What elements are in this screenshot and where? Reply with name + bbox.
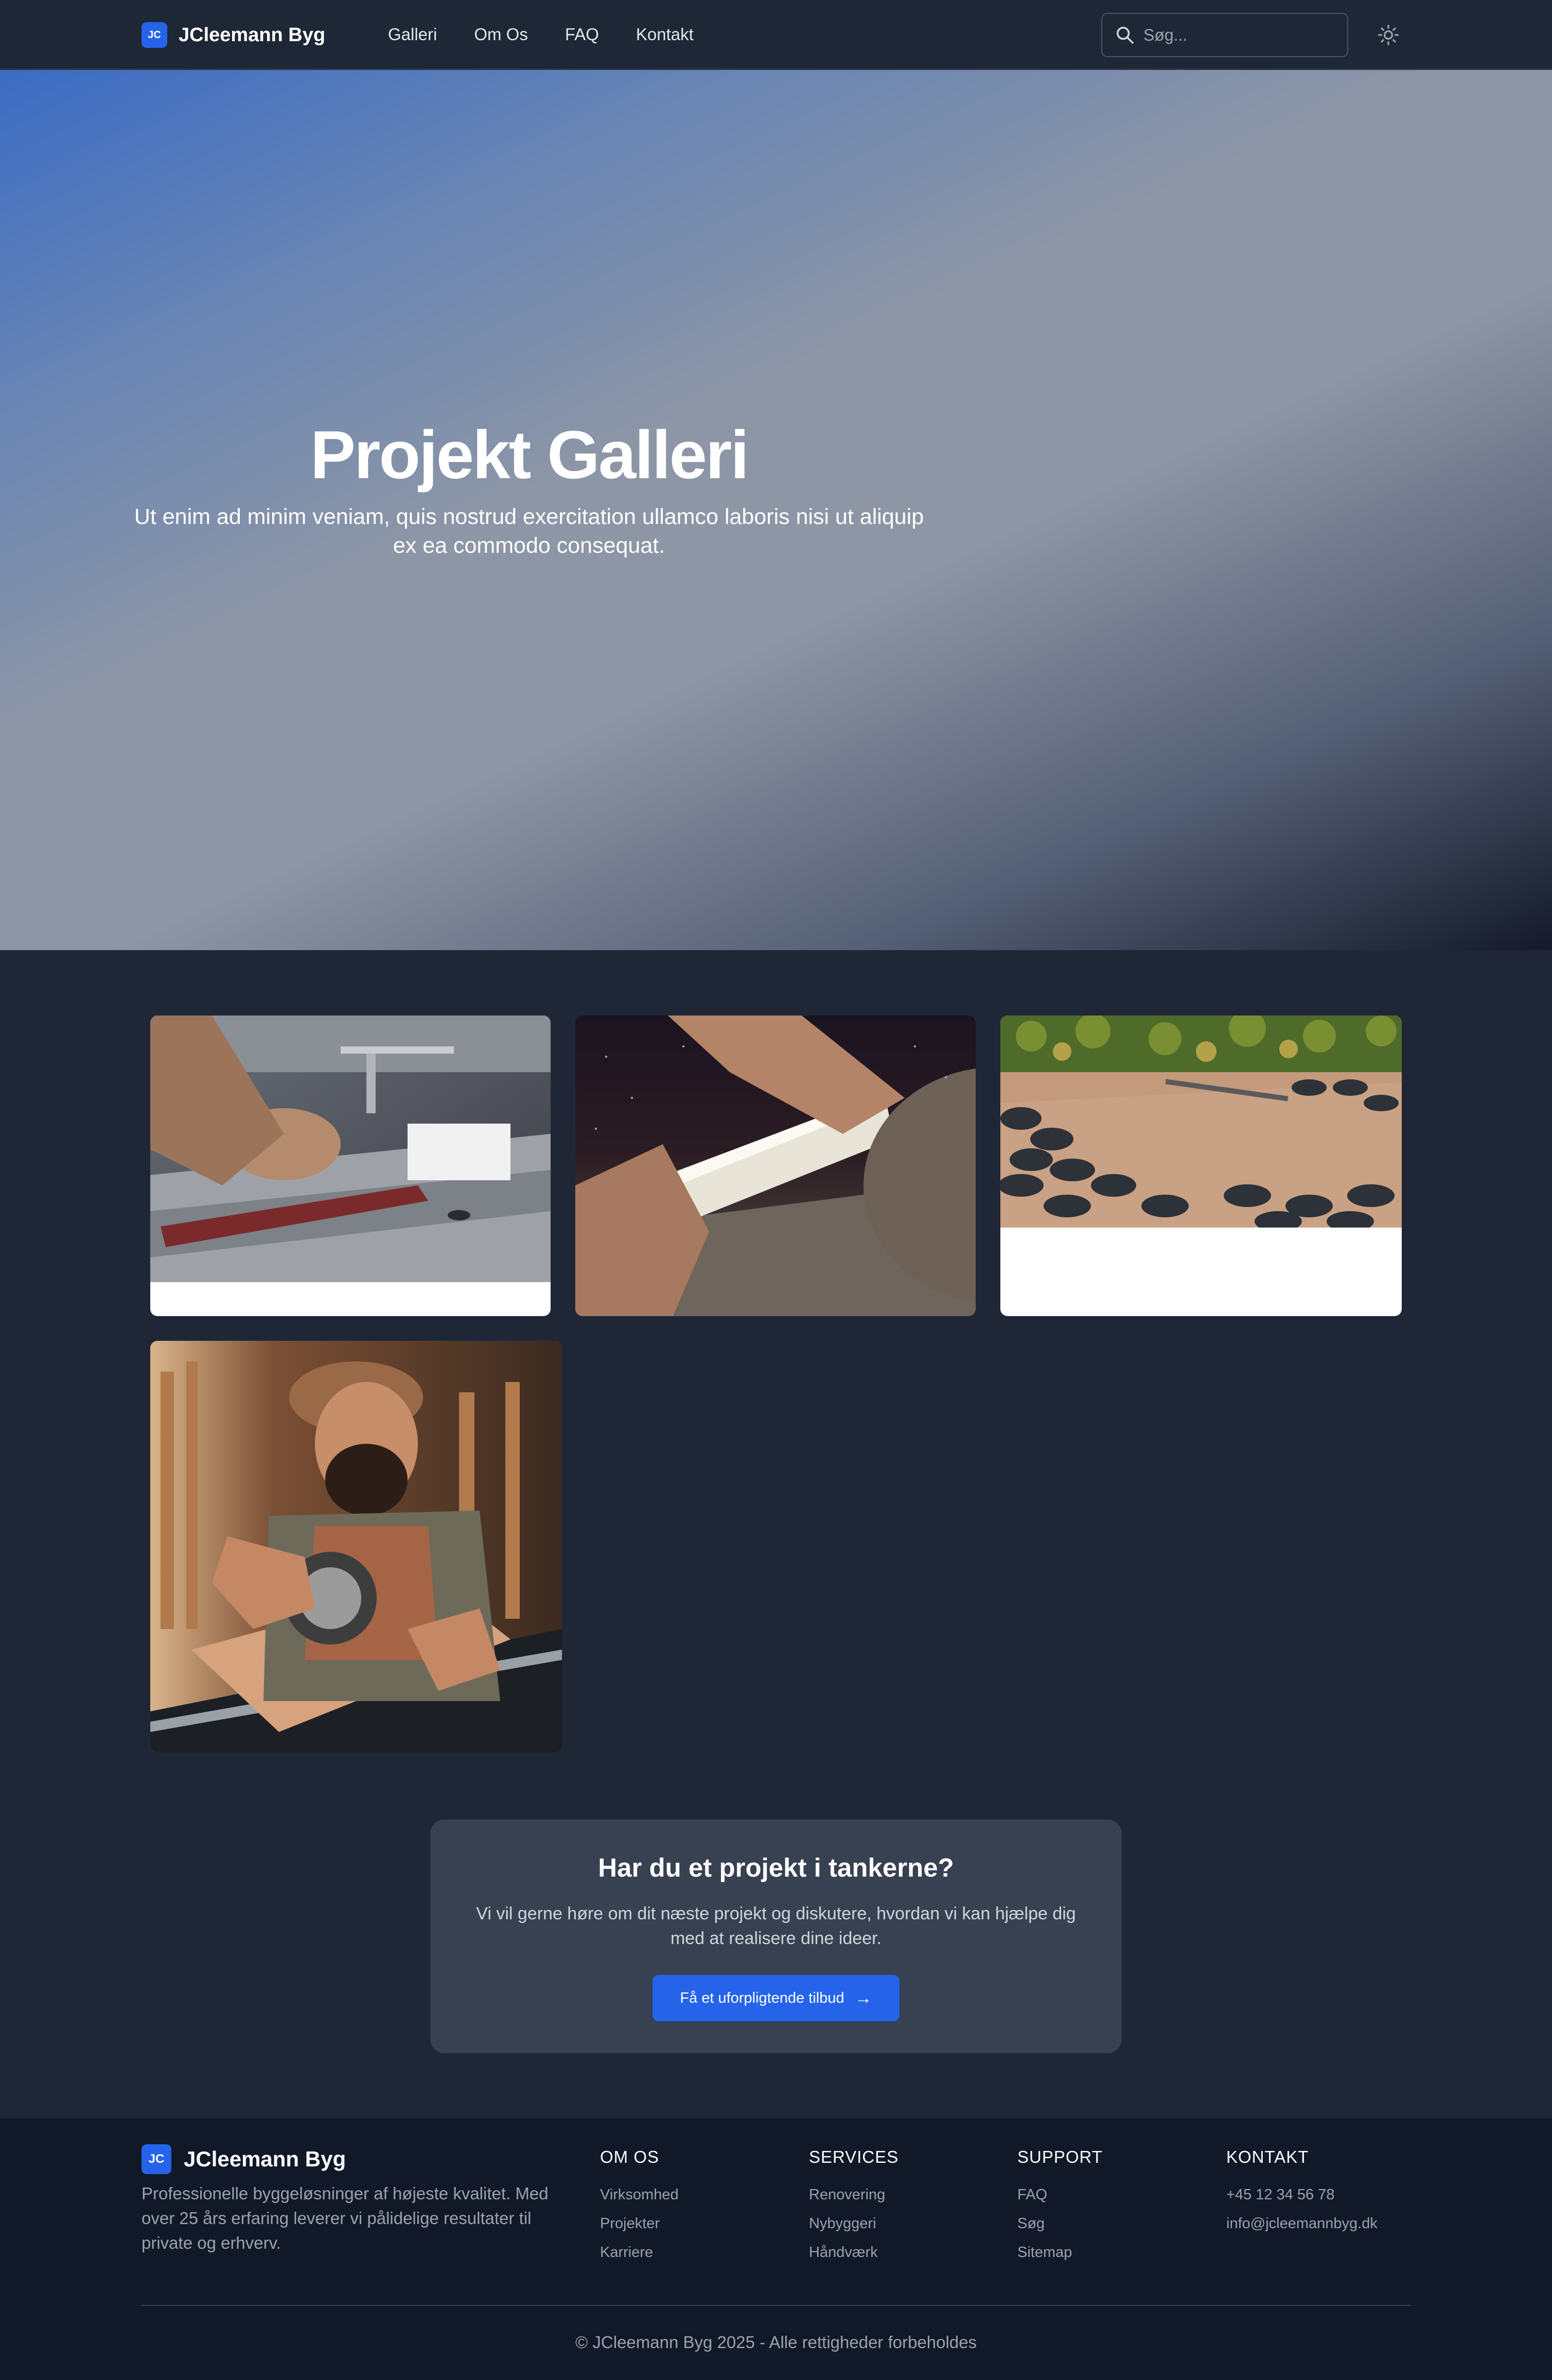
carpenter-circular-saw-photo (150, 1341, 562, 1753)
footer-link-nybyggeri[interactable]: Nybyggeri (809, 2209, 898, 2238)
sun-icon[interactable] (1377, 24, 1400, 46)
wood-cutting-saw-photo (575, 1016, 976, 1316)
roof-shingles-photo (1000, 1016, 1402, 1228)
gallery-item-table-saw[interactable] (150, 1016, 551, 1316)
cta-title: Har du et projekt i tankerne? (598, 1853, 954, 1882)
nav-link-om-os[interactable]: Om Os (474, 23, 528, 46)
footer: JC JCleemann Byg Professionelle byggeløs… (0, 2119, 1552, 2380)
footer-link-renovering[interactable]: Renovering (809, 2180, 898, 2209)
footer-link-karriere[interactable]: Karriere (600, 2238, 679, 2267)
footer-email[interactable]: info@jcleemannbyg.dk (1226, 2209, 1378, 2238)
footer-brand[interactable]: JC JCleemann Byg (142, 2144, 346, 2174)
footer-brand-name: JCleemann Byg (184, 2147, 346, 2171)
search-input[interactable] (1143, 25, 1329, 45)
nav-link-galleri[interactable]: Galleri (388, 23, 437, 46)
footer-column-om-os: OM OS Virksomhed Projekter Karriere (600, 2147, 679, 2267)
copyright: © JCleemann Byg 2025 - Alle rettigheder … (575, 2333, 977, 2352)
navbar: JC JCleemann Byg Galleri Om Os FAQ Konta… (0, 0, 1552, 70)
footer-link-faq[interactable]: FAQ (1017, 2180, 1103, 2209)
gallery-item-roof-shingles[interactable] (1000, 1016, 1402, 1316)
footer-column-title: SERVICES (809, 2147, 899, 2166)
cta-panel: Har du et projekt i tankerne? Vi vil ger… (430, 1819, 1122, 2053)
brand-name: JCleemann Byg (179, 24, 326, 46)
arrow-right-icon: → (854, 1988, 872, 2008)
search-box[interactable] (1101, 13, 1348, 57)
gallery-item-wood-cutting[interactable] (575, 1016, 976, 1316)
nav-link-kontakt[interactable]: Kontakt (636, 23, 694, 46)
brand-badge: JC (142, 22, 167, 48)
footer-link-virksomhed[interactable]: Virksomhed (600, 2180, 679, 2209)
footer-link-sog[interactable]: Søg (1017, 2209, 1103, 2238)
get-quote-label: Få et uforpligtende tilbud (680, 1989, 844, 2006)
footer-column-title: KONTAKT (1226, 2147, 1309, 2166)
footer-link-projekter[interactable]: Projekter (600, 2209, 679, 2238)
footer-link-sitemap[interactable]: Sitemap (1017, 2238, 1103, 2267)
get-quote-button[interactable]: Få et uforpligtende tilbud → (652, 1975, 900, 2021)
brand-logo[interactable]: JC JCleemann Byg (142, 22, 325, 48)
gallery-item-carpenter[interactable] (150, 1341, 562, 1753)
cta-text: Vi vil gerne høre om dit næste projekt o… (476, 1904, 1076, 1948)
footer-link-handvaerk[interactable]: Håndværk (809, 2238, 898, 2267)
page-title: Projekt Galleri (310, 417, 749, 493)
footer-column-services: SERVICES Renovering Nybyggeri Håndværk (809, 2147, 898, 2267)
search-icon (1117, 27, 1134, 44)
hero-banner: Projekt Galleri Ut enim ad minim veniam,… (0, 70, 1552, 950)
nav-link-faq[interactable]: FAQ (565, 23, 599, 46)
footer-column-title: OM OS (600, 2147, 660, 2166)
footer-column-title: SUPPORT (1017, 2147, 1103, 2166)
hero-subtitle: Ut enim ad minim veniam, quis nostrud ex… (134, 504, 924, 558)
table-saw-hands-photo (150, 1016, 551, 1282)
footer-column-kontakt: KONTAKT +45 12 34 56 78 info@jcleemannby… (1226, 2147, 1378, 2238)
footer-description: Professionelle byggeløsninger af højeste… (142, 2184, 549, 2252)
footer-column-support: SUPPORT FAQ Søg Sitemap (1017, 2147, 1103, 2267)
footer-phone[interactable]: +45 12 34 56 78 (1226, 2180, 1378, 2209)
main-nav: Galleri Om Os FAQ Kontakt (388, 23, 731, 46)
footer-brand-badge: JC (142, 2144, 171, 2174)
footer-divider (142, 2305, 1410, 2306)
